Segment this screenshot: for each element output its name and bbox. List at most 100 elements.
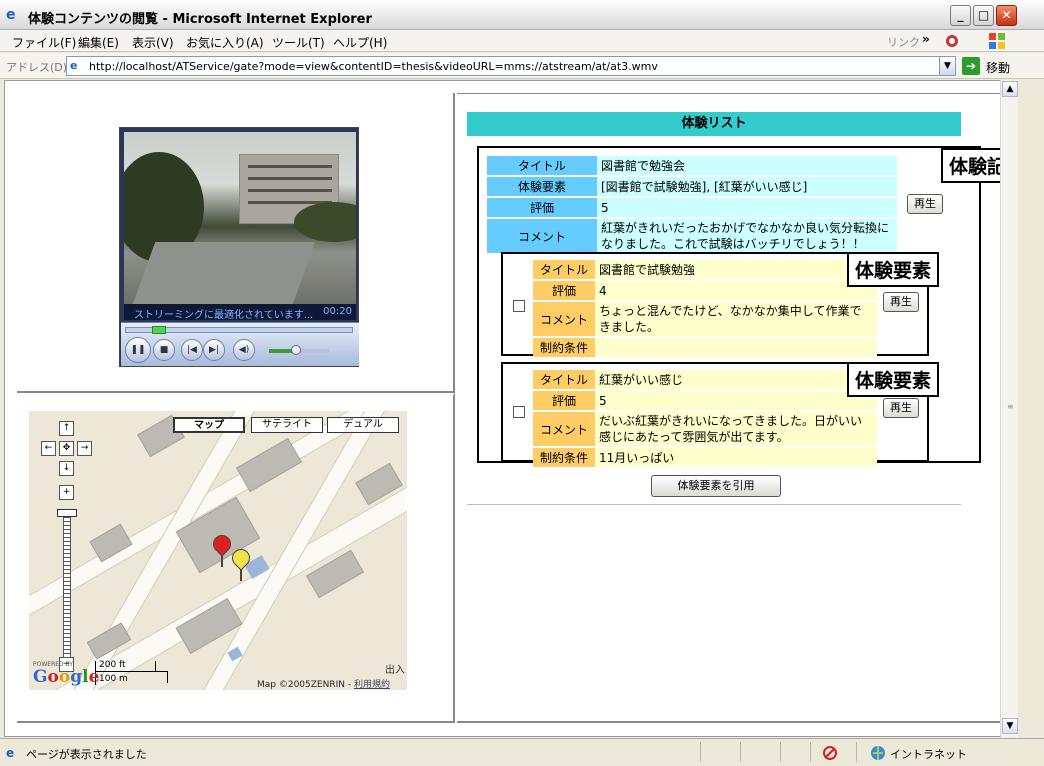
pan-left-button[interactable]: ← — [41, 441, 56, 456]
google-logo[interactable]: Google — [33, 667, 99, 687]
player-status-text: ストリーミングに最適化されています... — [134, 310, 314, 321]
quote-elements-button[interactable]: 体験要素を引用 — [651, 475, 781, 497]
map-type-dual[interactable]: デュアル — [327, 417, 399, 433]
maximize-button[interactable]: □ — [973, 5, 994, 26]
scroll-down-icon[interactable]: ▼ — [1002, 718, 1018, 734]
element-value-rating: 4 — [595, 281, 877, 300]
map-scale: 200 ft 100 m — [95, 659, 205, 687]
page-icon: e — [70, 59, 78, 72]
window-title: 体験コンテンツの閲覧 - Microsoft Internet Explorer — [28, 12, 372, 27]
close-button[interactable]: ✕ — [996, 5, 1017, 26]
table-row: 評価 4 — [533, 281, 877, 300]
links-label[interactable]: リンク — [887, 34, 920, 50]
next-button[interactable]: ▶| — [203, 339, 225, 361]
previous-button[interactable]: |◀ — [181, 339, 203, 361]
map-type-map[interactable]: マップ — [173, 417, 245, 433]
video-screen[interactable] — [124, 132, 356, 304]
element-key-constraint: 制約条件 — [533, 448, 595, 467]
element-key-constraint: 制約条件 — [533, 338, 595, 357]
chevron-icon[interactable]: » — [922, 32, 930, 46]
table-row: タイトル 図書館で勉強会 — [487, 156, 897, 175]
record-key-rating: 評価 — [487, 198, 597, 217]
record-key-title: タイトル — [487, 156, 597, 175]
mute-button[interactable]: ◀) — [233, 339, 255, 361]
pause-button[interactable]: ❚❚ — [125, 337, 151, 363]
video-frame: ストリーミングに最適化されています... 00:20 ❚❚ ■ |◀ ▶| ◀) — [17, 93, 455, 393]
table-row: 制約条件 — [533, 338, 877, 357]
go-arrow-icon: ➔ — [962, 57, 980, 75]
volume-knob[interactable] — [291, 345, 301, 355]
element-checkbox[interactable] — [513, 406, 525, 418]
status-bar: e ページが表示されました イントラネット — [0, 738, 1044, 766]
element-callout-1: 体験要素 — [847, 252, 940, 287]
pan-down-button[interactable]: ↓ — [59, 461, 74, 476]
menu-edit[interactable]: 編集(E) — [78, 34, 119, 51]
pan-up-button[interactable]: ↑ — [59, 421, 74, 436]
record-key-elements: 体験要素 — [487, 177, 597, 196]
table-row: タイトル 紅葉がいい感じ — [533, 370, 877, 389]
element-play-button[interactable]: 再生 — [883, 292, 919, 312]
map-canvas[interactable]: マップ サテライト デュアル ↑ ← ✥ → ↓ + − 200 ft 100 … — [29, 411, 407, 690]
table-row: コメント ちょっと混んでたけど、なかなか集中して作業できました。 — [533, 302, 877, 336]
menu-file[interactable]: ファイル(F) — [12, 34, 76, 51]
seek-thumb[interactable] — [152, 326, 166, 334]
scale-meters: 100 m — [99, 674, 128, 684]
map-type-satellite[interactable]: サテライト — [251, 417, 323, 433]
vertical-scrollbar[interactable]: ▲ ≡ ▼ — [1000, 80, 1018, 737]
zoom-slider[interactable] — [63, 513, 71, 661]
list-title: 体験リスト — [467, 112, 961, 136]
element-table: タイトル 紅葉がいい感じ 評価 5 コメント だいぶ紅葉がきれいになってきました… — [533, 368, 877, 469]
table-row: 制約条件 11月いっぱい — [533, 448, 877, 467]
map-copyright: Map ©2005ZENRIN - 利用規約 — [257, 680, 390, 690]
record-value-comment: 紅葉がきれいだったおかげでなかなか良い気分転換になりました。これで試験はバッチリ… — [597, 219, 897, 253]
player-status-bar: ストリーミングに最適化されています... 00:20 — [124, 304, 356, 321]
element-key-rating: 評価 — [533, 391, 595, 410]
address-label: アドレス(D) — [6, 61, 68, 74]
address-bar: アドレス(D) e http://localhost/ATService/gat… — [0, 53, 1044, 79]
menu-favorites[interactable]: お気に入り(A) — [186, 34, 264, 51]
record-play-button[interactable]: 再生 — [907, 194, 943, 214]
intranet-zone-icon — [871, 746, 885, 760]
menu-help[interactable]: ヘルプ(H) — [333, 34, 387, 51]
table-row: コメント だいぶ紅葉がきれいになってきました。日がいい感じにあたって雰囲気が出て… — [533, 412, 877, 446]
video-road — [132, 242, 316, 304]
record-value-rating: 5 — [597, 198, 897, 217]
table-row: 評価 5 — [487, 198, 897, 217]
menu-bar: ファイル(F) 編集(E) 表示(V) お気に入り(A) ツール(T) ヘルプ(… — [0, 30, 1044, 52]
scroll-up-icon[interactable]: ▲ — [1002, 81, 1018, 97]
element-key-title: タイトル — [533, 260, 595, 279]
pan-right-button[interactable]: → — [77, 441, 92, 456]
experience-list-frame: 体験リスト タイトル 図書館で勉強会 体験要素 [図書館で試験勉強], [紅葉が… — [457, 93, 1017, 723]
element-checkbox[interactable] — [513, 300, 525, 312]
element-value-title: 紅葉がいい感じ — [595, 370, 877, 389]
address-url[interactable]: http://localhost/ATService/gate?mode=vie… — [89, 60, 658, 73]
element-value-comment: だいぶ紅葉がきれいになってきました。日がいい感じにあたって雰囲気が出てます。 — [595, 412, 877, 446]
scale-feet: 200 ft — [99, 660, 126, 670]
seek-bar[interactable] — [125, 326, 353, 334]
address-dropdown-icon[interactable]: ▼ — [939, 57, 955, 75]
translate-icon[interactable] — [944, 33, 960, 49]
windows-logo-icon — [989, 33, 1005, 49]
media-player: ストリーミングに最適化されています... 00:20 ❚❚ ■ |◀ ▶| ◀) — [119, 127, 359, 367]
zoom-knob[interactable] — [57, 509, 77, 517]
title-bar: e 体験コンテンツの閲覧 - Microsoft Internet Explor… — [0, 0, 1044, 30]
pan-center-button[interactable]: ✥ — [59, 441, 74, 456]
map-place-label: 出入 — [385, 665, 405, 676]
element-key-title: タイトル — [533, 370, 595, 389]
table-row: タイトル 図書館で試験勉強 — [533, 260, 877, 279]
zoom-in-button[interactable]: + — [59, 485, 74, 500]
popup-blocked-icon[interactable] — [822, 745, 838, 761]
record-key-comment: コメント — [487, 219, 597, 253]
stop-button[interactable]: ■ — [153, 339, 175, 361]
element-play-button[interactable]: 再生 — [883, 398, 919, 418]
volume-slider[interactable] — [269, 345, 329, 355]
element-value-constraint — [595, 338, 877, 357]
minimize-button[interactable]: _ — [950, 5, 971, 26]
menu-tools[interactable]: ツール(T) — [272, 34, 325, 51]
element-key-comment: コメント — [533, 412, 595, 446]
table-row: コメント 紅葉がきれいだったおかげでなかなか良い気分転換になりました。これで試験… — [487, 219, 897, 253]
go-label: 移動 — [986, 61, 1011, 75]
terms-link[interactable]: 利用規約 — [354, 680, 390, 690]
address-input[interactable]: e http://localhost/ATService/gate?mode=v… — [66, 56, 956, 76]
menu-view[interactable]: 表示(V) — [132, 34, 174, 51]
